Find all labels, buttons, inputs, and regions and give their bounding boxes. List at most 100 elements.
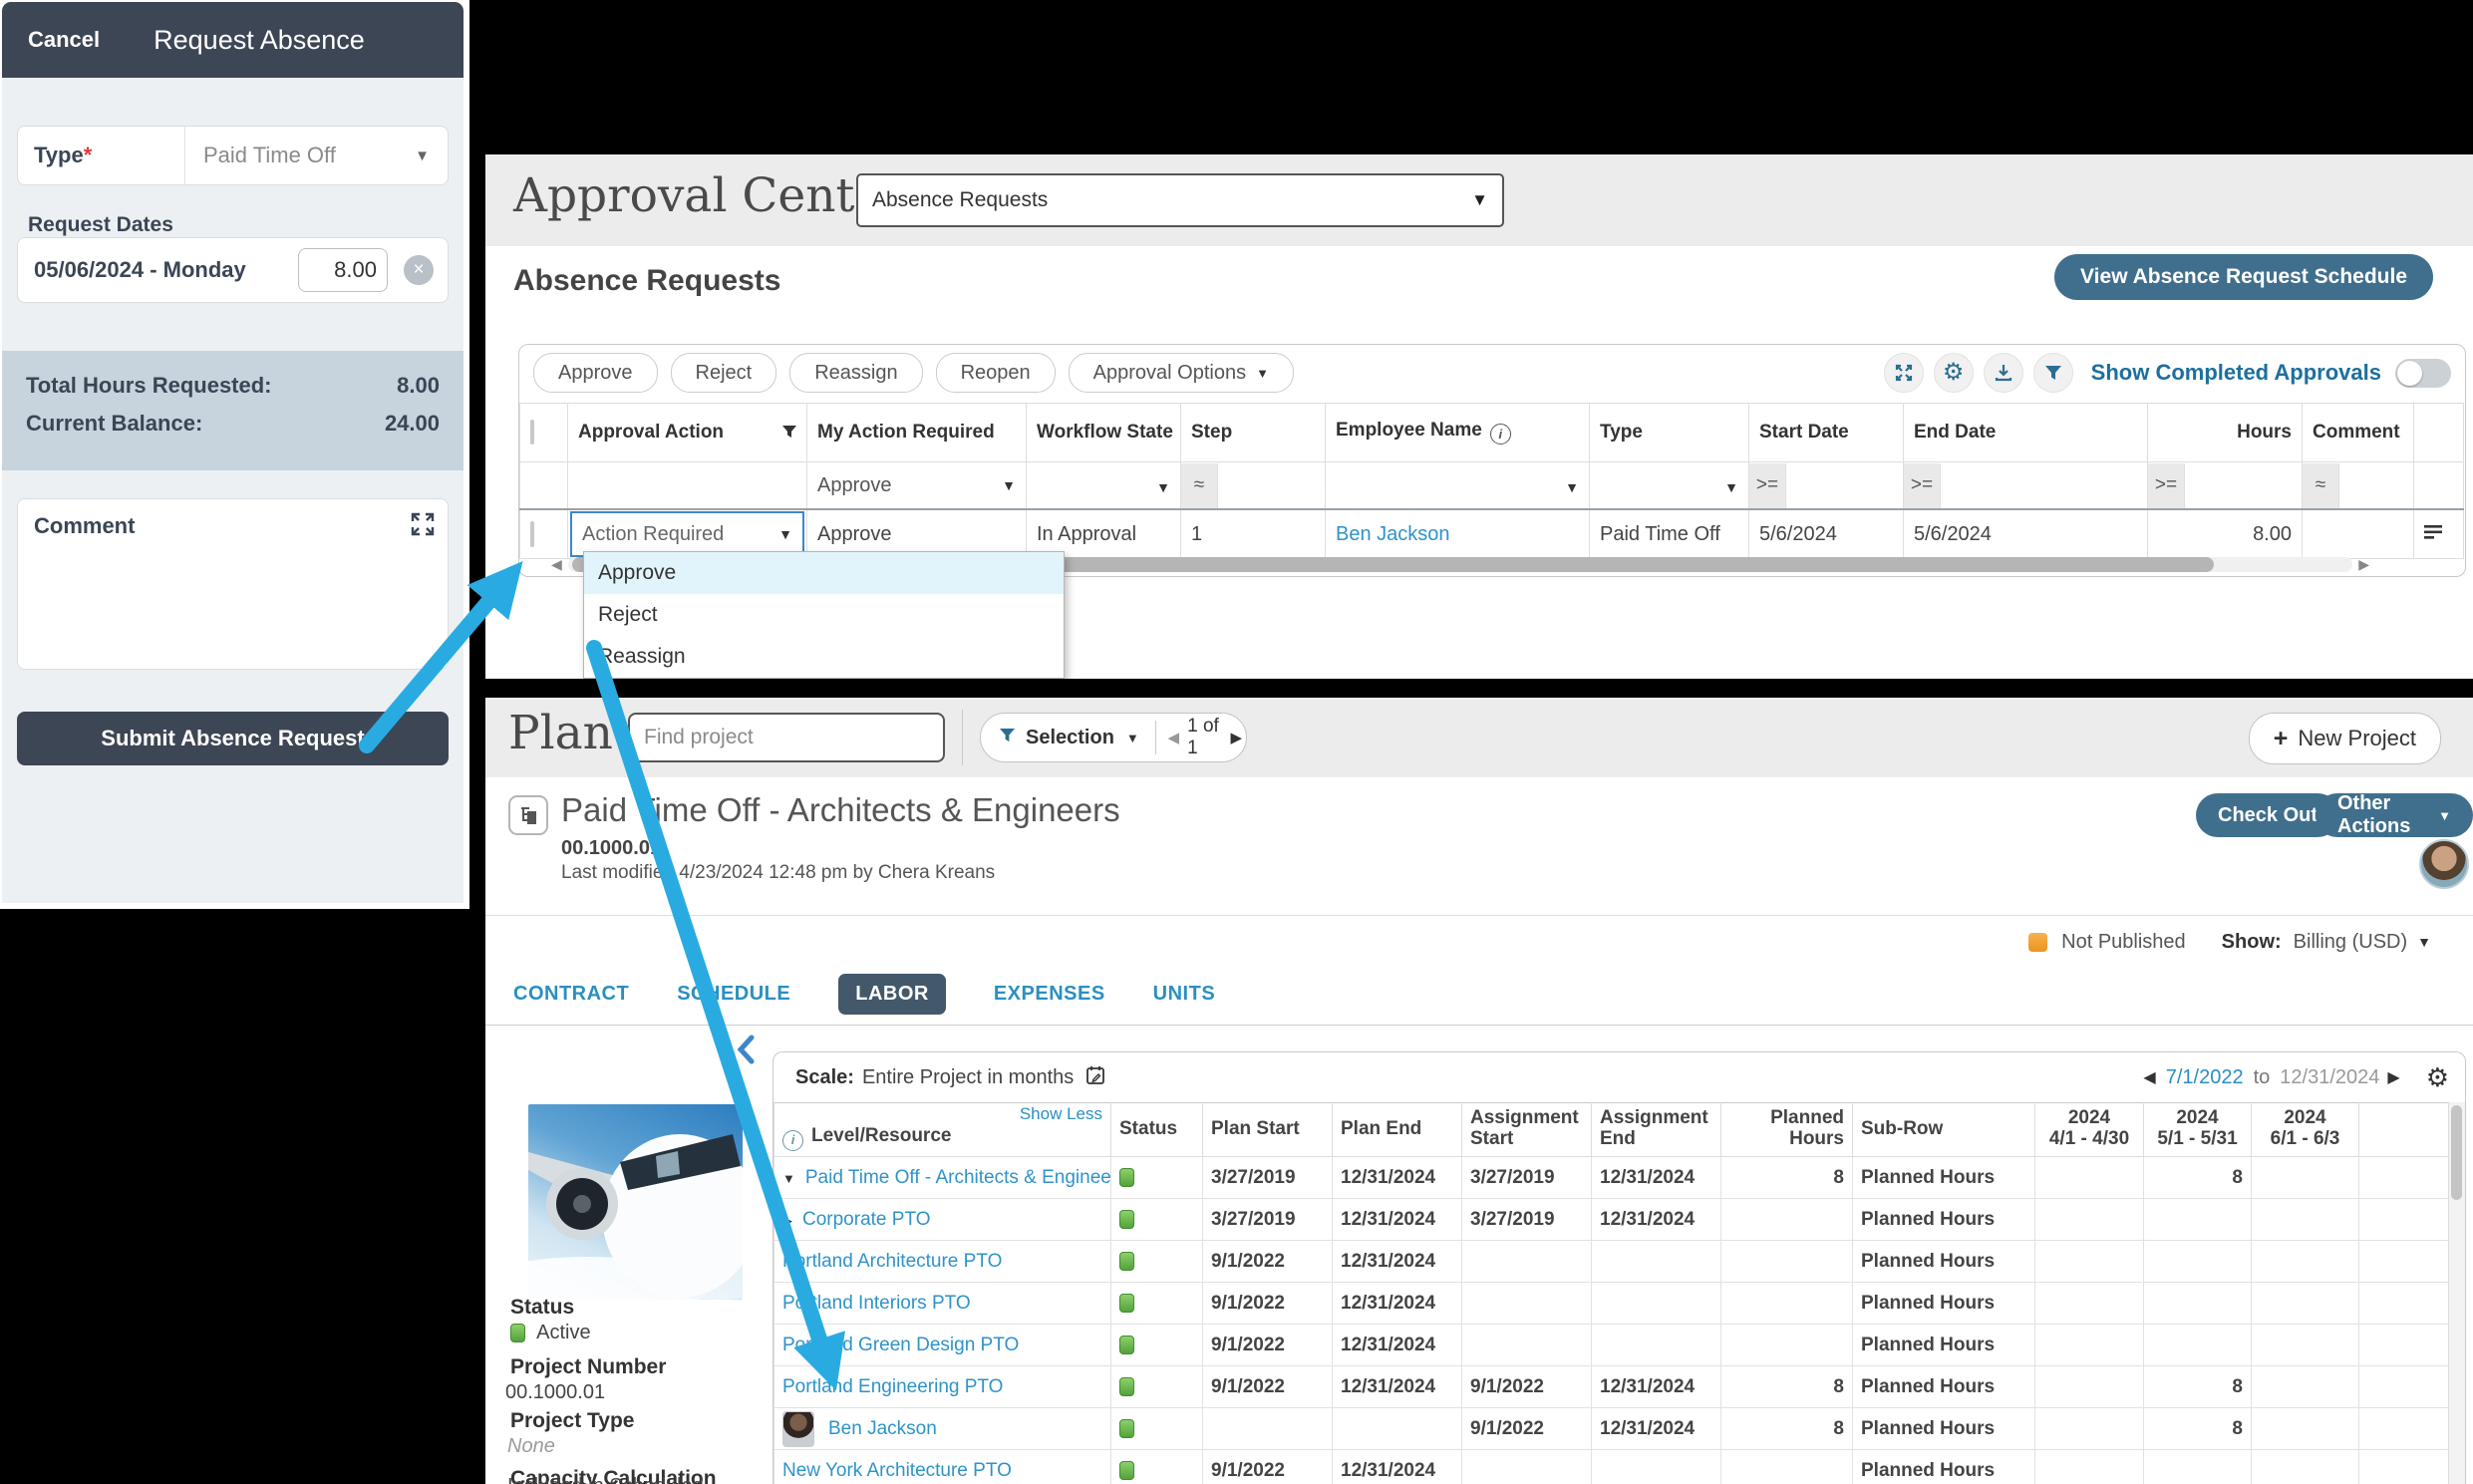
approx-operator[interactable]: ≈ [2303, 463, 2339, 508]
period-cell[interactable] [2035, 1199, 2144, 1241]
gte-operator[interactable]: >= [2148, 463, 2185, 508]
reject-button[interactable]: Reject [671, 353, 777, 393]
settings-gear-icon[interactable]: ⚙ [1934, 353, 1974, 393]
filter-start-date[interactable]: >= [1749, 462, 1904, 510]
scroll-left-icon[interactable]: ◀ [551, 556, 562, 573]
scrollbar-thumb[interactable] [2451, 1105, 2462, 1200]
approval-type-select[interactable]: Absence Requests ▼ [856, 173, 1504, 227]
selection-pill[interactable]: Selection ▼ ◀ 1 of 1 ▶ [980, 713, 1247, 762]
period-cell[interactable] [2252, 1199, 2359, 1241]
menu-item-reassign[interactable]: Reassign [584, 636, 1064, 678]
col-end-date[interactable]: End Date [1904, 404, 2148, 462]
user-avatar[interactable] [2419, 839, 2469, 889]
period-cell[interactable] [2252, 1283, 2359, 1325]
period-cell[interactable] [2252, 1450, 2359, 1484]
grid-row-portland-architecture[interactable]: Portland Architecture PTO 9/1/2022 12/31… [774, 1241, 2449, 1283]
cancel-button[interactable]: Cancel [28, 27, 100, 53]
show-value[interactable]: Billing (USD) [2294, 931, 2407, 954]
menu-item-reject[interactable]: Reject [584, 594, 1064, 636]
col-workflow-state[interactable]: Workflow State [1027, 404, 1181, 462]
employee-link[interactable]: Ben Jackson [1336, 523, 1450, 545]
col-approval-action[interactable]: Approval Action [568, 404, 807, 462]
period-cell[interactable] [2252, 1366, 2359, 1408]
resource-link[interactable]: Paid Time Off - Architects & Engineers [805, 1167, 1111, 1188]
grid-settings-gear-icon[interactable]: ⚙ [2426, 1062, 2449, 1093]
filter-workflow[interactable]: ▼ [1027, 462, 1181, 510]
period-cell[interactable] [2144, 1241, 2252, 1283]
col-start-date[interactable]: Start Date [1749, 404, 1904, 462]
grid-row-portland-interiors[interactable]: Portland Interiors PTO 9/1/2022 12/31/20… [774, 1283, 2449, 1325]
period-cell[interactable] [2252, 1325, 2359, 1366]
find-project-input[interactable] [628, 713, 945, 762]
download-icon[interactable] [1984, 353, 2023, 393]
tab-labor[interactable]: LABOR [838, 974, 946, 1015]
chevron-down-icon[interactable]: ▼ [1126, 731, 1139, 745]
grid-row-ben-jackson[interactable]: Ben Jackson 9/1/2022 12/31/2024 8 Planne… [774, 1408, 2449, 1450]
filter-step[interactable]: ≈ [1181, 462, 1326, 510]
period-cell[interactable] [2035, 1157, 2144, 1199]
tab-units[interactable]: UNITS [1153, 983, 1216, 1006]
period-cell[interactable] [2035, 1450, 2144, 1484]
info-icon[interactable]: i [782, 1130, 803, 1151]
col-comment[interactable]: Comment [2303, 404, 2414, 462]
fullscreen-icon[interactable] [1884, 353, 1924, 393]
resource-link[interactable]: Portland Interiors PTO [782, 1293, 971, 1314]
resource-link[interactable]: New York Architecture PTO [782, 1460, 1012, 1481]
grid-row-portland-engineering[interactable]: Portland Engineering PTO 9/1/2022 12/31/… [774, 1366, 2449, 1408]
filter-employee[interactable]: ▼ [1326, 462, 1590, 510]
hours-input[interactable]: 8.00 [298, 248, 388, 292]
tab-schedule[interactable]: SCHEDULE [677, 983, 790, 1006]
period-cell[interactable] [2035, 1366, 2144, 1408]
col-employee-name[interactable]: Employee Namei [1326, 404, 1590, 462]
resource-link[interactable]: Ben Jackson [828, 1418, 937, 1439]
chevron-down-icon[interactable]: ▼ [415, 148, 430, 164]
gte-operator[interactable]: >= [1749, 463, 1786, 508]
grid-row-new-york-architecture[interactable]: New York Architecture PTO 9/1/2022 12/31… [774, 1450, 2449, 1484]
row-checkbox[interactable] [530, 521, 534, 547]
period-cell[interactable] [2252, 1157, 2359, 1199]
col-step[interactable]: Step [1181, 404, 1326, 462]
new-project-button[interactable]: + New Project [2249, 713, 2441, 764]
range-next-icon[interactable]: ▶ [2387, 1067, 2399, 1087]
resource-link[interactable]: Corporate PTO [802, 1209, 930, 1230]
filter-comment[interactable]: ≈ [2303, 462, 2414, 510]
filter-hours[interactable]: >= [2148, 462, 2303, 510]
filter-my-action[interactable]: Approve▼ [807, 462, 1027, 510]
period-cell[interactable] [2144, 1450, 2252, 1484]
period-cell[interactable]: 8 [2144, 1408, 2252, 1450]
col-type[interactable]: Type [1590, 404, 1749, 462]
resource-link[interactable]: Portland Architecture PTO [782, 1251, 1002, 1272]
resource-link[interactable]: Portland Engineering PTO [782, 1376, 1003, 1397]
period-cell[interactable] [2252, 1241, 2359, 1283]
period-cell[interactable] [2035, 1283, 2144, 1325]
comment-box[interactable]: Comment [17, 498, 449, 670]
approve-button[interactable]: Approve [533, 353, 658, 393]
show-completed-toggle[interactable] [2395, 359, 2451, 388]
vertical-scrollbar[interactable] [2448, 1102, 2465, 1484]
filter-approval-action[interactable] [568, 462, 807, 510]
pager-prev-icon[interactable]: ◀ [1168, 729, 1180, 746]
range-to-date[interactable]: 12/31/2024 [2280, 1066, 2379, 1089]
remove-date-icon[interactable]: × [404, 255, 434, 285]
comment-lines-icon[interactable] [2424, 523, 2442, 545]
calendar-edit-icon[interactable] [1085, 1065, 1105, 1090]
gte-operator[interactable]: >= [1904, 463, 1941, 508]
filter-funnel-icon[interactable] [2033, 353, 2073, 393]
date-row[interactable]: 05/06/2024 - Monday 8.00 × [17, 237, 449, 303]
col-hours[interactable]: Hours [2148, 404, 2303, 462]
tab-contract[interactable]: CONTRACT [513, 983, 629, 1006]
tab-expenses[interactable]: EXPENSES [994, 983, 1105, 1006]
period-cell[interactable] [2035, 1241, 2144, 1283]
scroll-right-icon[interactable]: ▶ [2358, 556, 2369, 573]
grid-row-portland-green-design[interactable]: Portland Green Design PTO 9/1/2022 12/31… [774, 1325, 2449, 1366]
period-cell[interactable] [2035, 1408, 2144, 1450]
chevron-down-icon[interactable]: ▼ [2417, 934, 2431, 950]
period-cell[interactable] [2144, 1283, 2252, 1325]
menu-item-approve[interactable]: Approve [584, 552, 1064, 594]
filter-end-date[interactable]: >= [1904, 462, 2148, 510]
show-less-link[interactable]: Show Less [1020, 1105, 1102, 1124]
pager-next-icon[interactable]: ▶ [1230, 729, 1242, 746]
column-filter-funnel-icon[interactable] [782, 426, 796, 442]
info-icon[interactable]: i [1490, 424, 1511, 445]
submit-absence-request-button[interactable]: Submit Absence Request [17, 712, 449, 765]
